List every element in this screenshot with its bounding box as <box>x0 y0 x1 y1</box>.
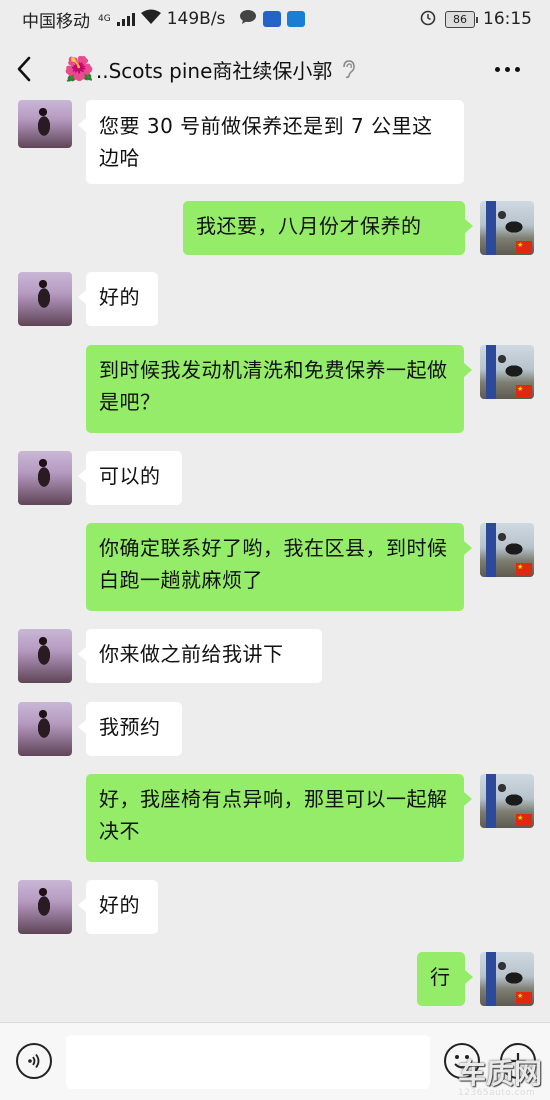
watermark-brand: 车质网 <box>458 1057 543 1090</box>
clock: 16:15 <box>483 9 532 29</box>
battery-icon: 86 <box>445 10 478 28</box>
contact-avatar[interactable] <box>18 880 72 934</box>
voice-icon[interactable] <box>16 1043 52 1079</box>
back-icon[interactable] <box>16 54 42 84</box>
message-bubble-sent[interactable]: 到时候我发动机清洗和免费保养一起做是吧？ <box>86 345 472 433</box>
message-bubble-received[interactable]: 我预约 <box>78 702 182 756</box>
chat-header: 🌺 ..Scots pine商社续保小郭 <box>0 38 550 100</box>
message-input[interactable] <box>66 1035 430 1089</box>
china-flag-icon: ★ <box>516 814 532 826</box>
china-flag-icon: ★ <box>516 992 532 1004</box>
watermark-logo: 车质网 12365auto.com <box>458 1060 550 1100</box>
message-bubble-received[interactable]: 你来做之前给我讲下 <box>78 629 322 683</box>
message-bubble-sent[interactable]: 我还要，八月份才保养的 <box>183 201 473 255</box>
contact-avatar[interactable] <box>18 702 72 756</box>
user-avatar[interactable]: ★ <box>480 952 534 1006</box>
status-left: 中国移动 4G 149B/s <box>22 7 306 32</box>
app-notification-icon <box>263 11 282 27</box>
contact-avatar[interactable] <box>18 100 72 148</box>
more-icon[interactable] <box>495 66 534 72</box>
message-bubble-received[interactable]: 好的 <box>78 272 158 326</box>
china-flag-icon: ★ <box>516 563 532 575</box>
battery-level: 86 <box>453 12 467 26</box>
alarm-icon <box>419 8 437 31</box>
contact-avatar[interactable] <box>18 451 72 505</box>
mute-ear-icon <box>340 59 358 79</box>
chat-notification-icon <box>239 9 257 30</box>
signal-icon <box>116 12 135 26</box>
flower-emoji: 🌺 <box>64 55 94 83</box>
chat-title[interactable]: ..Scots pine商社续保小郭 <box>96 55 333 84</box>
message-bubble-received[interactable]: 可以的 <box>78 451 182 505</box>
user-avatar[interactable]: ★ <box>480 523 534 577</box>
message-bubble-sent[interactable]: 行 <box>417 952 473 1006</box>
message-bubble-received[interactable]: 好的 <box>78 880 158 934</box>
carrier-label: 中国移动 <box>22 11 90 32</box>
wifi-icon <box>140 9 161 30</box>
china-flag-icon: ★ <box>516 241 532 253</box>
message-bubble-received[interactable]: 您要 30 号前做保养还是到 7 公里这边哈 <box>78 100 464 184</box>
message-list[interactable]: 您要 30 号前做保养还是到 7 公里这边哈 我还要，八月份才保养的 ★ 好的 … <box>0 100 550 1020</box>
user-avatar[interactable]: ★ <box>480 201 534 255</box>
contact-avatar[interactable] <box>18 272 72 326</box>
network-speed: 149B/s <box>166 9 226 29</box>
message-bubble-sent[interactable]: 你确定联系好了哟，我在区县，到时候白跑一趟就麻烦了 <box>86 523 472 611</box>
china-flag-icon: ★ <box>516 385 532 397</box>
status-bar: 中国移动 4G 149B/s 86 16:15 <box>0 0 550 38</box>
user-avatar[interactable]: ★ <box>480 345 534 399</box>
user-avatar[interactable]: ★ <box>480 774 534 828</box>
network-type: 4G <box>98 13 111 24</box>
status-right: 86 16:15 <box>419 8 532 31</box>
contact-avatar[interactable] <box>18 629 72 683</box>
message-bubble-sent[interactable]: 好，我座椅有点异响，那里可以一起解决不 <box>86 774 472 862</box>
shield-notification-icon <box>287 11 306 27</box>
